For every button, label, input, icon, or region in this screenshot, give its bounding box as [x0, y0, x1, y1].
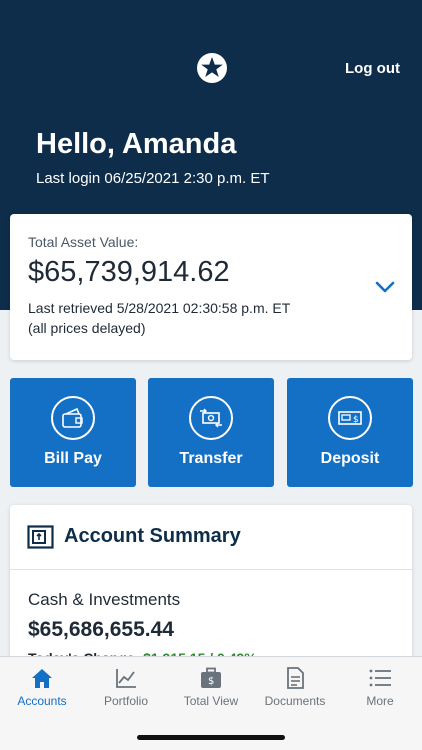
- last-login-text: Last login 06/25/2021 2:30 p.m. ET: [36, 170, 270, 187]
- retrieved-text: Last retrieved 5/28/2021 02:30:58 p.m. E…: [28, 298, 290, 338]
- menu-list-icon: [369, 669, 391, 687]
- briefcase-icon: $: [201, 667, 221, 688]
- tab-accounts[interactable]: Accounts: [0, 657, 84, 717]
- tab-accounts-label: Accounts: [17, 694, 67, 708]
- logout-button[interactable]: Log out: [345, 60, 400, 77]
- asset-label: Total Asset Value:: [28, 234, 139, 250]
- asset-value: $65,739,914.62: [28, 256, 230, 288]
- retrieved-time: Last retrieved 5/28/2021 02:30:58 p.m. E…: [28, 300, 291, 316]
- total-asset-card[interactable]: Total Asset Value: $65,739,914.62 Last r…: [10, 214, 412, 360]
- transfer-icon: [200, 408, 222, 428]
- summary-title: Account Summary: [64, 525, 241, 547]
- svg-text:$: $: [353, 415, 359, 425]
- tab-more[interactable]: More: [338, 657, 422, 717]
- greeting-title: Hello, Amanda: [36, 128, 237, 160]
- tab-documents[interactable]: Documents: [253, 657, 337, 717]
- tab-portfolio[interactable]: Portfolio: [84, 657, 168, 717]
- transfer-label: Transfer: [179, 450, 243, 467]
- home-indicator[interactable]: [137, 735, 285, 740]
- tab-portfolio-label: Portfolio: [103, 694, 149, 708]
- check-deposit-icon: $: [338, 411, 362, 425]
- tab-total-view[interactable]: $ Total View: [169, 657, 253, 717]
- deposit-button[interactable]: $ Deposit: [287, 378, 413, 487]
- document-icon: [287, 667, 304, 689]
- tab-more-label: More: [366, 694, 394, 708]
- cash-investments-value: $65,686,655.44: [28, 618, 174, 641]
- tab-total-view-label: Total View: [183, 694, 239, 708]
- tab-documents-label: Documents: [264, 694, 326, 708]
- cash-investments-label: Cash & Investments: [28, 590, 181, 609]
- wallet-icon: [62, 407, 83, 428]
- bill-pay-button[interactable]: Bill Pay: [10, 378, 136, 487]
- star-logo-icon: [197, 53, 227, 83]
- prices-delayed-note: (all prices delayed): [28, 320, 146, 336]
- line-chart-icon: [116, 669, 136, 688]
- bill-pay-label: Bill Pay: [44, 450, 102, 467]
- chevron-down-icon[interactable]: [374, 276, 396, 298]
- home-icon: [32, 669, 52, 688]
- vault-icon: [27, 525, 54, 549]
- transfer-button[interactable]: Transfer: [148, 378, 274, 487]
- summary-header[interactable]: Account Summary: [10, 505, 412, 570]
- deposit-label: Deposit: [320, 450, 380, 467]
- svg-text:$: $: [208, 676, 214, 687]
